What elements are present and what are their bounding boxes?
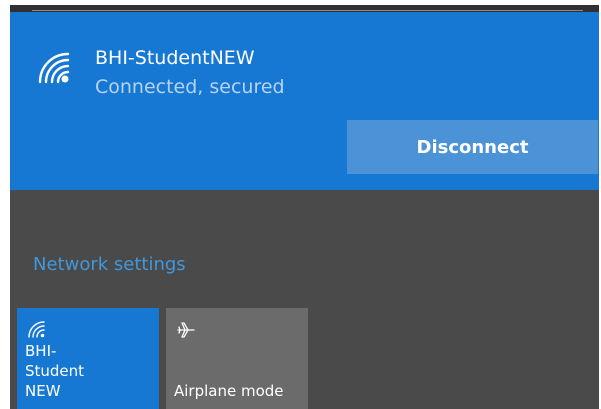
wifi-quick-action-tile[interactable]: BHI-StudentNEW xyxy=(17,308,159,409)
wifi-icon xyxy=(38,52,70,84)
connected-network-card[interactable]: BHI-StudentNEW Connected, secured Discon… xyxy=(10,12,599,190)
divider xyxy=(32,10,583,11)
flyout-top-strip xyxy=(10,5,599,12)
airplane-tile-label: Airplane mode xyxy=(174,382,284,400)
disconnect-button[interactable]: Disconnect xyxy=(347,120,598,174)
airplane-mode-tile[interactable]: Airplane mode xyxy=(166,308,308,409)
network-name: BHI-StudentNEW xyxy=(95,47,255,69)
network-status: Connected, secured xyxy=(95,76,285,98)
airplane-icon xyxy=(177,322,195,338)
wifi-icon xyxy=(28,321,45,338)
network-settings-link[interactable]: Network settings xyxy=(33,253,186,277)
network-flyout: BHI-StudentNEW Connected, secured Discon… xyxy=(10,5,599,409)
wifi-tile-label: BHI-StudentNEW xyxy=(25,342,85,400)
